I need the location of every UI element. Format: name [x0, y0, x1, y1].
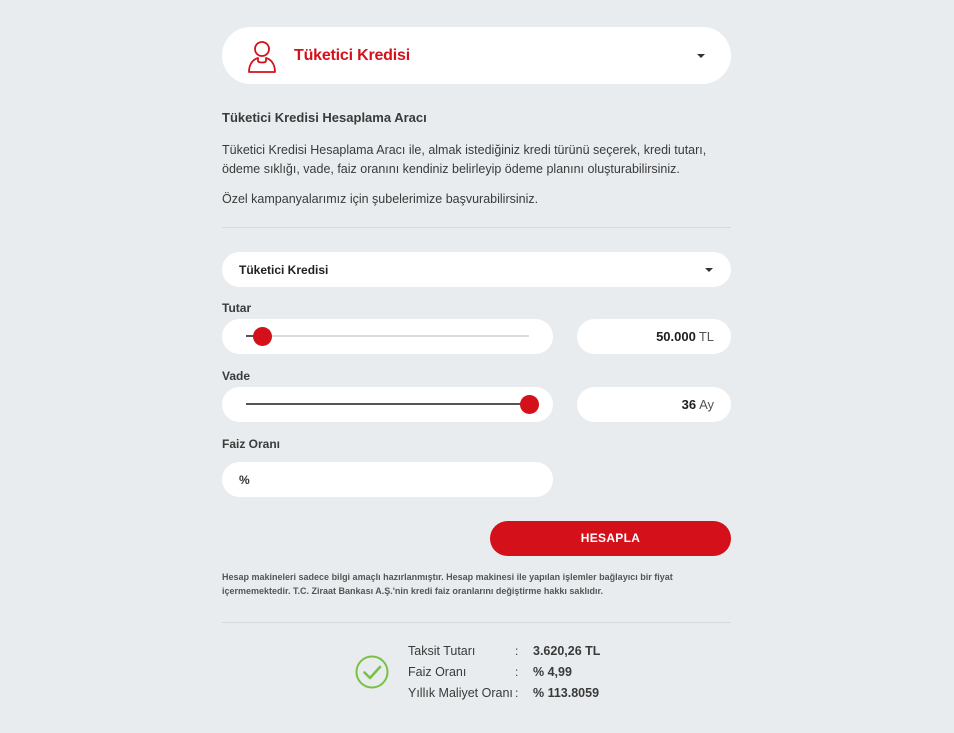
result-rate-label: Faiz Oranı [408, 665, 467, 679]
amount-input[interactable]: 50.000 TL [577, 319, 731, 354]
result-separator: : [515, 686, 519, 700]
page-title: Tüketici Kredisi Hesaplama Aracı [222, 110, 427, 125]
result-annual-cost-value: % 113.8059 [533, 686, 600, 700]
campaign-note: Özel kampanyalarımız için şubelerimize b… [222, 192, 539, 206]
result-installment-label: Taksit Tutarı [408, 644, 476, 658]
term-slider[interactable] [222, 387, 553, 422]
rate-input[interactable]: % [222, 462, 553, 497]
disclaimer: Hesap makineleri sadece bilgi amaçlı haz… [222, 572, 673, 596]
credit-type-select[interactable]: Tüketici Kredisi [222, 252, 731, 287]
intro-description: Tüketici Kredisi Hesaplama Aracı ile, al… [222, 143, 707, 176]
term-slider-track[interactable] [246, 403, 529, 405]
term-slider-handle[interactable] [519, 395, 539, 414]
amount-value: 50.000 [656, 329, 696, 344]
result-separator: : [515, 644, 519, 658]
chevron-down-icon[interactable] [705, 268, 713, 272]
term-unit: Ay [699, 397, 714, 412]
term-input[interactable]: 36 Ay [577, 387, 731, 422]
amount-slider-handle[interactable] [253, 327, 273, 346]
check-circle-icon [355, 655, 389, 689]
term-value: 36 [681, 397, 697, 412]
amount-unit: TL [698, 329, 714, 344]
amount-slider[interactable] [222, 319, 553, 354]
credit-type-value: Tüketici Kredisi [239, 263, 329, 277]
product-selector[interactable]: Tüketici Kredisi [222, 27, 731, 84]
divider [222, 227, 731, 228]
user-icon [248, 41, 276, 73]
term-label: Vade [222, 369, 251, 383]
product-selector-label: Tüketici Kredisi [294, 47, 410, 64]
result-rate-value: % 4,99 [533, 665, 572, 679]
rate-prefix: % [239, 473, 250, 487]
result-installment-value: 3.620,26 TL [533, 644, 601, 658]
chevron-down-icon[interactable] [697, 54, 705, 58]
calculate-button[interactable]: HESAPLA [490, 521, 731, 556]
result-separator: : [515, 665, 519, 679]
amount-slider-track[interactable] [246, 335, 529, 337]
amount-label: Tutar [222, 301, 252, 315]
rate-label: Faiz Oranı [222, 437, 281, 451]
divider [222, 622, 731, 623]
result-annual-cost-label: Yıllık Maliyet Oranı [408, 686, 513, 700]
term-slider-fill [246, 403, 529, 405]
